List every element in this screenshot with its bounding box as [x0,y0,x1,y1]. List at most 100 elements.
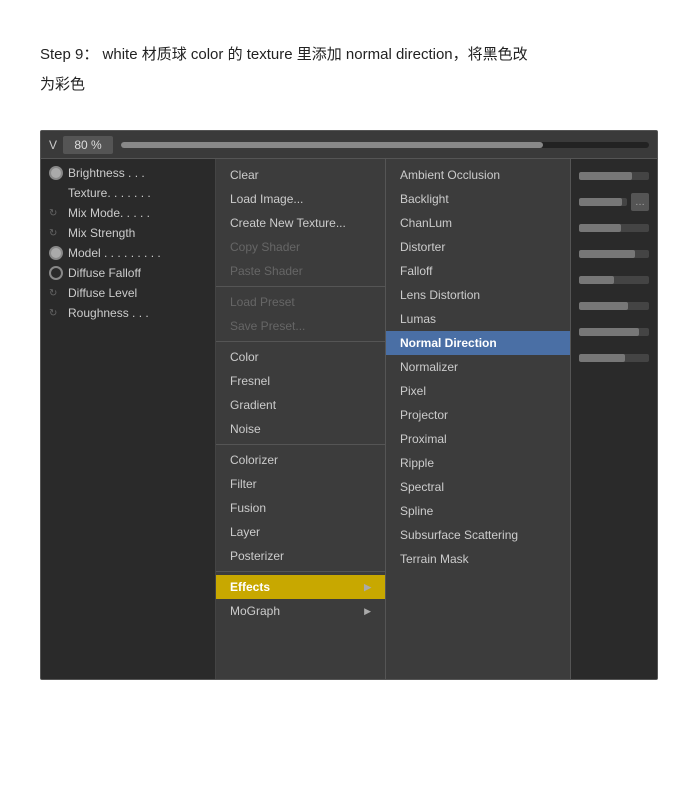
slider-fill [579,302,628,310]
submenu-item-distorter[interactable]: Distorter [386,235,570,259]
slider-row [579,243,649,265]
menu-item-fusion[interactable]: Fusion [216,496,385,520]
submenu-item-projector[interactable]: Projector [386,403,570,427]
left-panel-item: Model . . . . . . . . . [41,243,215,263]
menu-item-load-preset: Load Preset [216,290,385,314]
submenu-item-falloff[interactable]: Falloff [386,259,570,283]
menu-item-mograph[interactable]: MoGraph [216,599,385,623]
submenu-item-spline[interactable]: Spline [386,499,570,523]
slider-row [579,321,649,343]
menu-item-gradient[interactable]: Gradient [216,393,385,417]
menu-item-effects[interactable]: Effects [216,575,385,599]
slider-track[interactable] [579,224,649,232]
submenu-item-ambient-occlusion[interactable]: Ambient Occlusion [386,163,570,187]
dash-icon: ↻ [49,228,63,239]
slider-track[interactable] [579,328,649,336]
menu-item-layer[interactable]: Layer [216,520,385,544]
slider-row [579,165,649,187]
left-item-label: Diffuse Falloff [68,266,141,280]
menu-separator [216,444,385,445]
menu-item-colorizer[interactable]: Colorizer [216,448,385,472]
slider-track[interactable] [579,276,649,284]
bullet-icon [49,266,63,280]
left-panel-item: Diffuse Falloff [41,263,215,283]
menu-separator [216,286,385,287]
instruction-line2: 为彩色 [40,70,658,100]
left-item-label: Mix Mode. . . . . [68,206,150,220]
left-item-label: Texture. . . . . . . [68,186,151,200]
slider-fill [579,198,622,206]
menu-item-fresnel[interactable]: Fresnel [216,369,385,393]
slider-track[interactable] [579,354,649,362]
left-panel: Brightness . . . Texture. . . . . . . ↻ Mix… [41,159,216,679]
slider-fill [579,328,639,336]
menu-item-create-new-texture...[interactable]: Create New Texture... [216,211,385,235]
slider-track[interactable] [579,302,649,310]
left-panel-item: ↻ Mix Strength [41,223,215,243]
top-bar-slider[interactable] [121,142,649,148]
left-panel-item: Texture. . . . . . . [41,183,215,203]
menu-item-copy-shader: Copy Shader [216,235,385,259]
left-item-label: Brightness . . . [68,166,145,180]
menu-item-clear[interactable]: Clear [216,163,385,187]
left-item-label: Model . . . . . . . . . [68,246,161,260]
menu-item-paste-shader: Paste Shader [216,259,385,283]
slider-track[interactable] [579,198,627,206]
submenu-item-lens-distortion[interactable]: Lens Distortion [386,283,570,307]
menu-item-color[interactable]: Color [216,345,385,369]
slider-fill [579,250,635,258]
top-bar-slider-fill [121,142,543,148]
bullet-filled-icon [49,246,63,260]
menu-separator [216,571,385,572]
menu-separator [216,341,385,342]
ui-screenshot: V 80 % Brightness . . . Texture. . . . . … [40,130,658,680]
context-menu-col2: Ambient OcclusionBacklightChanLumDistort… [386,159,571,679]
dash-icon: ↻ [49,308,63,319]
left-panel-item: Brightness . . . [41,163,215,183]
dash-icon: ↻ [49,208,63,219]
submenu-item-ripple[interactable]: Ripple [386,451,570,475]
slider-row [579,295,649,317]
slider-row: … [579,191,649,213]
top-bar-value[interactable]: 80 % [63,136,113,154]
dash-icon: ↻ [49,288,63,299]
menu-item-posterizer[interactable]: Posterizer [216,544,385,568]
left-panel-item: ↻ Diffuse Level [41,283,215,303]
left-item-label: Roughness . . . [68,306,149,320]
slider-fill [579,354,625,362]
instruction-block: Step 9： white 材质球 color 的 texture 里添加 no… [0,0,698,120]
slider-track[interactable] [579,172,649,180]
slider-fill [579,276,614,284]
submenu-item-spectral[interactable]: Spectral [386,475,570,499]
instruction-line1: Step 9： white 材质球 color 的 texture 里添加 no… [40,40,658,70]
slider-row [579,269,649,291]
slider-row [579,347,649,369]
submenu-item-lumas[interactable]: Lumas [386,307,570,331]
slider-row [579,217,649,239]
left-item-label: Mix Strength [68,226,135,240]
submenu-item-subsurface-scattering[interactable]: Subsurface Scattering [386,523,570,547]
top-bar: V 80 % [41,131,657,159]
submenu-item-pixel[interactable]: Pixel [386,379,570,403]
right-panel: … [571,159,657,679]
submenu-item-proximal[interactable]: Proximal [386,427,570,451]
context-menu-col1: ClearLoad Image...Create New Texture...C… [216,159,386,679]
menu-item-filter[interactable]: Filter [216,472,385,496]
slider-track[interactable] [579,250,649,258]
slider-fill [579,172,632,180]
left-item-label: Diffuse Level [68,286,137,300]
submenu-item-chanlum[interactable]: ChanLum [386,211,570,235]
main-area: Brightness . . . Texture. . . . . . . ↻ Mix… [41,159,657,679]
slider-button[interactable]: … [631,193,649,211]
submenu-item-normal-direction[interactable]: Normal Direction [386,331,570,355]
left-panel-item: ↻ Roughness . . . [41,303,215,323]
slider-fill [579,224,621,232]
submenu-item-backlight[interactable]: Backlight [386,187,570,211]
top-bar-label: V [49,138,57,152]
menu-item-save-preset...: Save Preset... [216,314,385,338]
bullet-filled-icon [49,166,63,180]
menu-item-load-image...[interactable]: Load Image... [216,187,385,211]
submenu-item-normalizer[interactable]: Normalizer [386,355,570,379]
menu-item-noise[interactable]: Noise [216,417,385,441]
submenu-item-terrain-mask[interactable]: Terrain Mask [386,547,570,571]
